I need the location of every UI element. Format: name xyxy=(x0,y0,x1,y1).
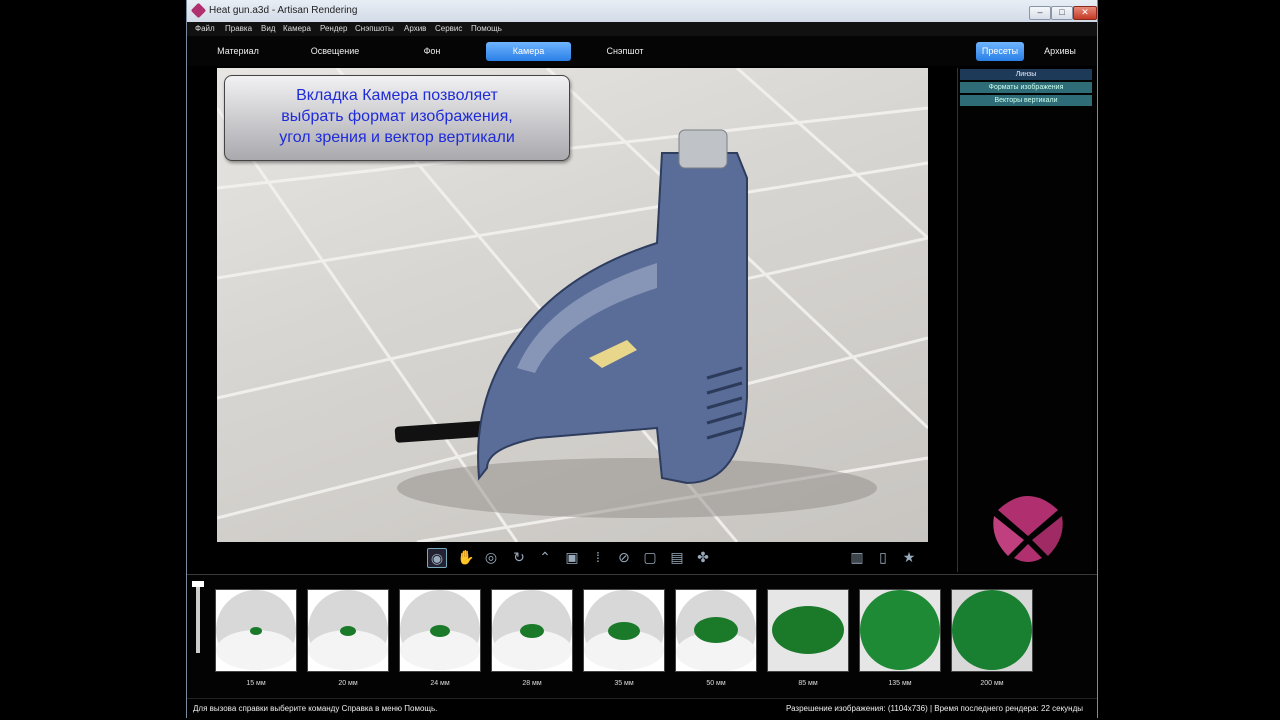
snapshot-icon[interactable]: ▤ xyxy=(668,548,686,566)
lens-label-135: 135 мм xyxy=(888,680,912,687)
lens-label-20: 20 мм xyxy=(338,680,358,687)
callout-line-1: Вкладка Камера позволяет xyxy=(296,87,498,104)
lens-label-85: 85 мм xyxy=(798,680,818,687)
grid-icon[interactable]: ⁞ xyxy=(589,548,607,566)
rotate-icon[interactable]: ↻ xyxy=(510,548,528,566)
pan-hand-icon[interactable]: ✋ xyxy=(457,548,475,566)
lens-thumbnail-28[interactable] xyxy=(491,589,573,672)
lens-thumbnail-24[interactable] xyxy=(399,589,481,672)
window-title: Heat gun.a3d - Artisan Rendering xyxy=(209,5,358,16)
menu-help[interactable]: Помощь xyxy=(471,24,502,33)
status-help-text: Для вызова справки выберите команду Спра… xyxy=(193,704,438,713)
lens-thumbnail-20[interactable] xyxy=(307,589,389,672)
tab-lighting[interactable]: Освещение xyxy=(292,42,378,61)
artisan-logo-icon xyxy=(993,496,1063,562)
favorite-add-icon[interactable]: ★ xyxy=(900,548,918,566)
menu-edit[interactable]: Правка xyxy=(225,24,252,33)
orbit-icon[interactable]: ◉ xyxy=(427,548,447,568)
export-icon[interactable]: ▥ xyxy=(848,548,866,566)
size-slider[interactable] xyxy=(196,583,200,653)
preset-image-formats[interactable]: Форматы изображения xyxy=(960,82,1092,93)
tab-material[interactable]: Материал xyxy=(195,42,281,61)
main-tabs: Материал Освещение Фон Камера Снэпшот Пр… xyxy=(187,36,1097,66)
zoom-icon[interactable]: ◎ xyxy=(482,548,500,566)
preset-lenses[interactable]: Линзы xyxy=(960,69,1092,80)
lens-thumbnail-135[interactable] xyxy=(859,589,941,672)
menu-snapshots[interactable]: Снэпшоты xyxy=(355,24,394,33)
close-button[interactable]: ✕ xyxy=(1073,6,1097,20)
crop-icon[interactable]: ▢ xyxy=(641,548,659,566)
menu-service[interactable]: Сервис xyxy=(435,24,462,33)
lens-thumbnail-15[interactable] xyxy=(215,589,297,672)
title-bar: Heat gun.a3d - Artisan Rendering – □ ✕ xyxy=(187,0,1097,23)
minimize-button[interactable]: – xyxy=(1029,6,1051,20)
thumbnail-strip: 15 мм 20 мм 24 мм 28 мм 35 мм 50 мм 85 м… xyxy=(187,574,1097,699)
tab-snapshot[interactable]: Снэпшот xyxy=(582,42,668,61)
lens-label-200: 200 мм xyxy=(980,680,1004,687)
menu-file[interactable]: Файл xyxy=(195,24,215,33)
tab-background[interactable]: Фон xyxy=(389,42,475,61)
document-icon[interactable]: ▯ xyxy=(874,548,892,566)
maximize-button[interactable]: □ xyxy=(1051,6,1073,20)
menu-view[interactable]: Вид xyxy=(261,24,275,33)
presets-panel: Линзы Форматы изображения Векторы вертик… xyxy=(957,68,1092,572)
viewport-toolbar: ◉ ✋ ◎ ↻ ⌃ ▣ ⁞ ⊘ ▢ ▤ ✤ ▥ ▯ ★ xyxy=(427,543,927,571)
menu-render[interactable]: Рендер xyxy=(320,24,347,33)
status-bar: Для вызова справки выберите команду Спра… xyxy=(187,698,1097,719)
lens-label-24: 24 мм xyxy=(430,680,450,687)
frame-icon[interactable]: ▣ xyxy=(563,548,581,566)
tilt-icon[interactable]: ⌃ xyxy=(536,548,554,566)
tab-presets[interactable]: Пресеты xyxy=(976,42,1024,61)
lens-thumbnail-200[interactable] xyxy=(951,589,1033,672)
lens-thumbnail-35[interactable] xyxy=(583,589,665,672)
preset-up-vectors[interactable]: Векторы вертикали xyxy=(960,95,1092,106)
render-viewport[interactable]: Вкладка Камера позволяет выбрать формат … xyxy=(217,68,928,542)
lens-label-35: 35 мм xyxy=(614,680,634,687)
size-slider-knob[interactable] xyxy=(192,581,204,587)
app-window: Heat gun.a3d - Artisan Rendering – □ ✕ Ф… xyxy=(186,0,1098,719)
info-callout: Вкладка Камера позволяет выбрать формат … xyxy=(224,75,570,161)
lens-label-15: 15 мм xyxy=(246,680,266,687)
tab-camera[interactable]: Камера xyxy=(486,42,571,61)
lens-thumbnail-50[interactable] xyxy=(675,589,757,672)
clover-icon[interactable]: ✤ xyxy=(694,548,712,566)
lens-thumbnail-85[interactable] xyxy=(767,589,849,672)
menu-bar: Файл Правка Вид Камера Рендер Снэпшоты А… xyxy=(187,22,1097,36)
lens-label-28: 28 мм xyxy=(522,680,542,687)
callout-line-3: угол зрения и вектор вертикали xyxy=(279,129,515,146)
menu-archive[interactable]: Архив xyxy=(404,24,426,33)
status-render-info: Разрешение изображения: (1104x736) | Вре… xyxy=(786,704,1083,713)
menu-camera[interactable]: Камера xyxy=(283,24,311,33)
callout-line-2: выбрать формат изображения, xyxy=(281,108,513,125)
lens-label-50: 50 мм xyxy=(706,680,726,687)
tab-archives[interactable]: Архивы xyxy=(1034,42,1086,61)
no-render-icon[interactable]: ⊘ xyxy=(615,548,633,566)
app-logo-icon xyxy=(190,2,207,19)
